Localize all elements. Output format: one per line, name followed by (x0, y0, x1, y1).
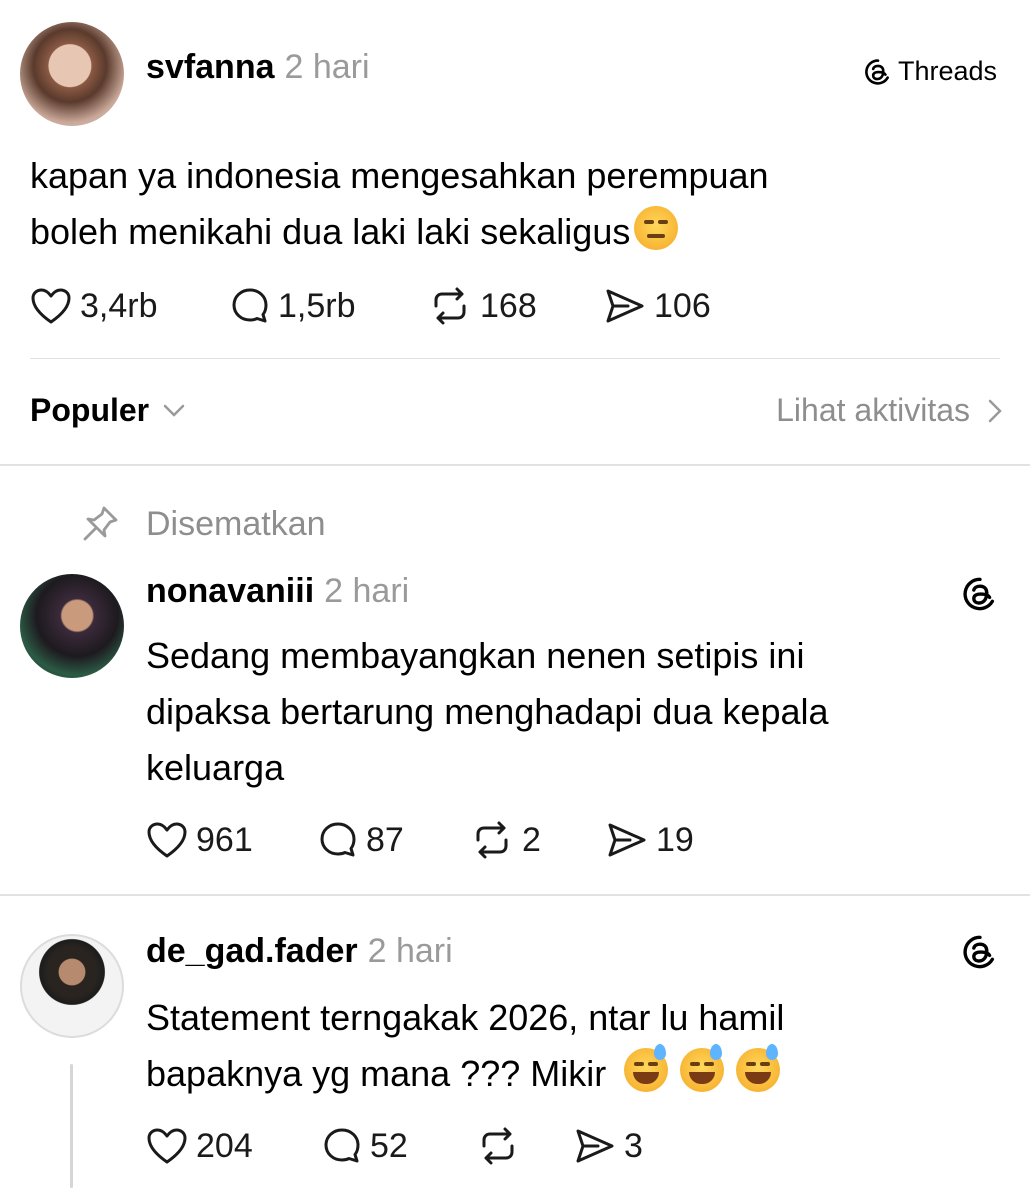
reply-count: 1,5rb (278, 286, 356, 325)
grinning-sweat-emoji-icon (624, 1044, 669, 1092)
divider (0, 464, 1030, 466)
pinned-indicator: Disematkan (80, 504, 326, 544)
share-count: 3 (624, 1126, 643, 1165)
comment-actions: 204 52 3 (146, 1122, 643, 1170)
share-count: 19 (656, 820, 694, 859)
comment-body: Sedang membayangkan nenen setipis ini di… (146, 628, 1006, 796)
heart-icon (31, 288, 71, 324)
reply-button[interactable]: 1,5rb (230, 286, 428, 326)
grinning-sweat-emoji-icon (680, 1044, 725, 1092)
repost-arrows-icon (482, 1127, 514, 1165)
send-icon (608, 823, 646, 857)
username[interactable]: svfanna (146, 48, 275, 87)
post-body: kapan ya indonesia mengesahkan perempuan… (30, 148, 1010, 260)
comment-line: Sedang membayangkan nenen setipis ini (146, 635, 805, 676)
comment-line-2: bapaknya yg mana ??? Mikir (146, 1044, 1006, 1102)
comment-actions: 961 87 2 19 (146, 816, 694, 864)
chevron-right-icon (988, 399, 1002, 422)
post-text-line-1: kapan ya indonesia mengesahkan perempuan (30, 155, 769, 196)
username[interactable]: de_gad.fader (146, 932, 358, 971)
reply-count: 52 (370, 1126, 408, 1165)
comment-body: Statement terngakak 2026, ntar lu hamil … (146, 990, 1006, 1102)
unamused-face-emoji-icon (634, 206, 679, 250)
comment-line: dipaksa bertarung menghadapi dua kepala (146, 691, 829, 732)
sort-dropdown[interactable]: Populer (30, 392, 185, 429)
repost-count: 2 (522, 820, 541, 859)
share-count: 106 (654, 286, 711, 325)
speech-bubble-icon (320, 822, 356, 857)
thread-connector-line (70, 1064, 73, 1188)
comment-header: nonavaniii 2 hari (146, 572, 409, 611)
like-button[interactable]: 3,4rb (30, 287, 230, 326)
timestamp: 2 hari (284, 48, 370, 86)
post-text-line-2-text: boleh menikahi dua laki laki sekaligus (30, 211, 631, 252)
timestamp: 2 hari (324, 572, 410, 610)
repost-count: 168 (480, 286, 537, 325)
heart-icon (147, 822, 187, 858)
threads-logo-icon[interactable] (962, 934, 998, 970)
reply-count: 87 (366, 820, 404, 859)
divider (0, 894, 1030, 896)
like-button[interactable]: 961 (146, 821, 318, 860)
like-count: 204 (196, 1126, 253, 1165)
reply-button[interactable]: 52 (322, 1126, 476, 1166)
like-count: 961 (196, 820, 253, 859)
sort-label: Populer (30, 392, 150, 428)
post-actions: 3,4rb 1,5rb 168 106 (30, 282, 711, 330)
like-button[interactable]: 204 (146, 1127, 322, 1166)
comment-line: bapaknya yg mana ??? Mikir (146, 1053, 607, 1094)
reply-button[interactable]: 87 (318, 820, 470, 860)
avatar-svfanna[interactable] (20, 22, 124, 126)
post-header: svfanna 2 hari (146, 48, 370, 96)
repost-button[interactable]: 168 (428, 286, 604, 326)
threads-badge[interactable]: Threads (864, 56, 997, 87)
speech-bubble-icon (232, 288, 268, 323)
avatar-nonavaniii[interactable] (20, 574, 124, 678)
send-icon (576, 1129, 614, 1163)
post-text-line-2: boleh menikahi dua laki laki sekaligus (30, 204, 1010, 260)
heart-icon (147, 1128, 187, 1164)
view-activity-label: Lihat aktivitas (776, 392, 970, 428)
share-button[interactable]: 19 (606, 821, 694, 860)
pin-icon (83, 506, 118, 541)
repost-button[interactable] (476, 1126, 574, 1166)
speech-bubble-icon (324, 1128, 360, 1163)
share-button[interactable]: 106 (604, 287, 711, 326)
threads-label: Threads (898, 56, 998, 86)
repost-button[interactable]: 2 (470, 820, 606, 860)
pinned-label: Disematkan (146, 504, 326, 543)
chevron-down-icon (163, 404, 185, 417)
share-button[interactable]: 3 (574, 1127, 643, 1166)
view-activity-link[interactable]: Lihat aktivitas (776, 392, 1002, 429)
comment-header: de_gad.fader 2 hari (146, 932, 453, 971)
repost-arrows-icon (434, 287, 466, 325)
grinning-sweat-emoji-icon (736, 1044, 781, 1092)
threads-logo-icon[interactable] (962, 576, 998, 612)
threads-logo-icon (864, 58, 892, 86)
timestamp: 2 hari (367, 932, 453, 970)
send-icon (606, 289, 644, 323)
comment-line: keluarga (146, 747, 285, 788)
avatar-de-gad-fader[interactable] (20, 934, 124, 1038)
like-count: 3,4rb (80, 286, 158, 325)
repost-arrows-icon (476, 821, 508, 859)
divider (30, 358, 1000, 359)
username[interactable]: nonavaniii (146, 572, 314, 611)
comment-line: Statement terngakak 2026, ntar lu hamil (146, 997, 785, 1038)
